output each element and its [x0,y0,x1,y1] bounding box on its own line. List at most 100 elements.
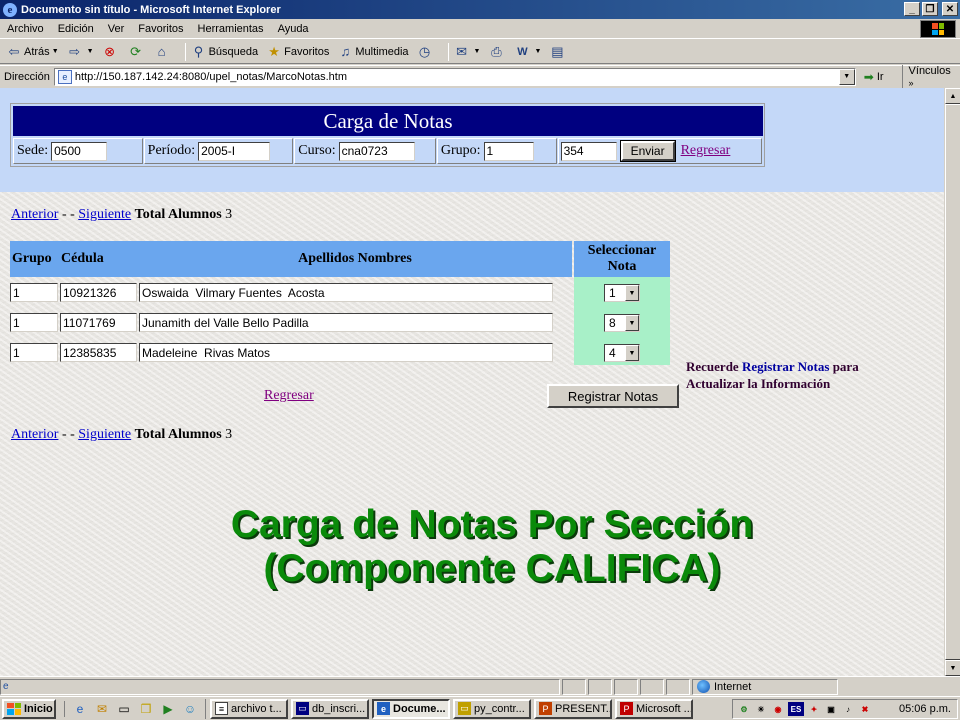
row2-nombre-input[interactable]: Junamith del Valle Bello Padilla [139,313,553,332]
favorites-icon: ★ [268,43,280,59]
header-grupo: Grupo [10,241,58,277]
task-archivo[interactable]: ≡ archivo t... [210,698,288,719]
form-fields-row: Sede: 0500 Período: 2005-I Curso: cna072… [13,138,763,164]
explorer-icon[interactable]: ❒ [138,701,154,717]
periodo-input[interactable]: 2005-I [198,141,271,161]
window-titlebar: e Documento sin título - Microsoft Inter… [0,0,960,19]
row3-grupo-input[interactable]: 1 [10,343,58,362]
forward-button[interactable]: ⇨ ▼ [67,44,93,60]
siguiente-link-top[interactable]: Siguiente [78,207,131,222]
sede-input[interactable]: 0500 [51,141,108,161]
task-present[interactable]: P PRESENT... [534,698,612,719]
siguiente-link-bottom[interactable]: Siguiente [78,427,131,442]
refresh-button[interactable]: ⟳ [128,44,146,60]
row3-nota-select[interactable]: 4 ▼ [604,344,640,362]
extra-input[interactable]: 354 [560,141,617,161]
grupo-input[interactable]: 1 [483,141,534,161]
taskbar: Inicio e ✉ ▭ ❒ ▶ ☺ ≡ archivo t... ▭ db_ins… [0,696,960,720]
task-db-inscri[interactable]: ▭ db_inscri... [291,698,369,719]
menu-bar: Archivo Edición Ver Favoritos Herramient… [0,19,960,39]
search-icon: ⚲ [193,43,204,59]
print-icon: ⎙ [491,43,502,59]
stop-button[interactable]: ⊗ [102,44,120,60]
chevron-down-icon: ▼ [625,285,639,301]
row2-grupo-input[interactable]: 1 [10,313,58,332]
total-label-top: Total Alumnos [134,207,222,222]
maximize-button[interactable]: ❐ [922,2,938,16]
address-dropdown-icon[interactable]: ▼ [838,68,855,85]
enviar-button[interactable]: Enviar [619,140,676,162]
vertical-scrollbar[interactable]: ▲ ▼ [944,88,960,676]
edit-button[interactable]: W ▼ [514,44,541,60]
network-icon[interactable]: ⚙ [737,702,751,716]
address-bar: Dirección e http://150.187.142.24:8080/u… [0,64,960,89]
display-icon[interactable]: ▣ [824,702,838,716]
volume-icon[interactable]: ♪ [841,702,855,716]
minimize-button[interactable]: _ [904,2,920,16]
registrar-notas-button[interactable]: Registrar Notas [547,384,679,408]
task-documento[interactable]: e Docume... [372,698,450,719]
discuss-button[interactable]: ▤ [549,44,567,60]
regresar-link-bottom[interactable]: Regresar [264,388,314,404]
sun-clip-icon[interactable]: ☀ [754,702,768,716]
row1-grupo-input[interactable]: 1 [10,283,58,302]
home-button[interactable]: ⌂ [154,44,172,60]
row2-nota-select[interactable]: 8 ▼ [604,314,640,332]
row1-nombre-input[interactable]: Oswaida Vilmary Fuentes Acosta [139,283,553,302]
ie-launch-icon[interactable]: e [72,701,88,717]
media-button[interactable]: ♫ Multimedia [337,44,408,60]
back-button[interactable]: ⇦ Atrás ▼ [6,44,59,60]
reminder-text: Recuerde Registrar Notas para Actualizar… [686,359,859,391]
curso-label: Curso: [298,143,336,158]
row2-cedula-input[interactable]: 11071769 [60,313,137,332]
app-icon[interactable]: ◉ [771,702,785,716]
row3-cedula-input[interactable]: 12385835 [60,343,137,362]
row1-nota-select[interactable]: 1 ▼ [604,284,640,302]
arrow-left-icon: ⇦ [8,43,20,59]
outlook-icon[interactable]: ✉ [94,701,110,717]
scroll-thumb[interactable] [945,104,960,660]
periodo-label: Período: [147,143,196,158]
scroll-down-icon[interactable]: ▼ [945,660,960,676]
history-button[interactable]: ◷ [417,44,435,60]
powerpoint-icon: P [539,702,552,715]
menu-edicion[interactable]: Edición [51,23,101,35]
media-player-icon[interactable]: ▶ [160,701,176,717]
security-icon[interactable]: ✖ [858,702,872,716]
menu-ayuda[interactable]: Ayuda [271,23,316,35]
row1-cedula-input[interactable]: 10921326 [60,283,137,302]
anterior-link-top[interactable]: Anterior [11,207,58,222]
close-button[interactable]: ✕ [942,2,958,16]
media-icon: ♫ [340,44,351,59]
menu-herramientas[interactable]: Herramientas [191,23,271,35]
discuss-icon: ▤ [551,43,564,59]
ie-icon: e [3,2,17,17]
favorites-button[interactable]: ★ Favoritos [266,44,329,60]
menu-favoritos[interactable]: Favoritos [131,23,190,35]
task-microsoft[interactable]: P Microsoft ... [615,698,693,719]
antivirus-icon[interactable]: ✦ [807,702,821,716]
task-py-contr[interactable]: ▭ py_contr... [453,698,531,719]
regresar-link-top[interactable]: Regresar [681,143,731,159]
refresh-icon: ⟳ [130,43,142,59]
row3-nombre-input[interactable]: Madeleine Rivas Matos [139,343,553,362]
go-button[interactable]: ➡ Ir [864,70,884,84]
stop-icon: ⊗ [104,43,116,59]
curso-input[interactable]: cna0723 [338,141,415,161]
print-button[interactable]: ⎙ [488,44,506,60]
mail-button[interactable]: ✉ ▼ [454,44,480,60]
links-button[interactable]: Vínculos » [901,64,960,89]
address-input[interactable]: e http://150.187.142.24:8080/upel_notas/… [53,67,856,86]
search-button[interactable]: ⚲ Búsqueda [191,43,258,60]
windows-flag-icon [7,702,21,715]
menu-archivo[interactable]: Archivo [0,23,51,35]
ie-task-icon: e [377,702,390,715]
menu-ver[interactable]: Ver [101,23,132,35]
scroll-up-icon[interactable]: ▲ [945,88,960,104]
desktop-icon[interactable]: ▭ [116,701,132,717]
language-icon[interactable]: ES [788,702,804,716]
messenger-icon[interactable]: ☺ [182,701,198,717]
start-button[interactable]: Inicio [2,698,56,719]
status-message: e [0,678,560,695]
anterior-link-bottom[interactable]: Anterior [11,427,58,442]
